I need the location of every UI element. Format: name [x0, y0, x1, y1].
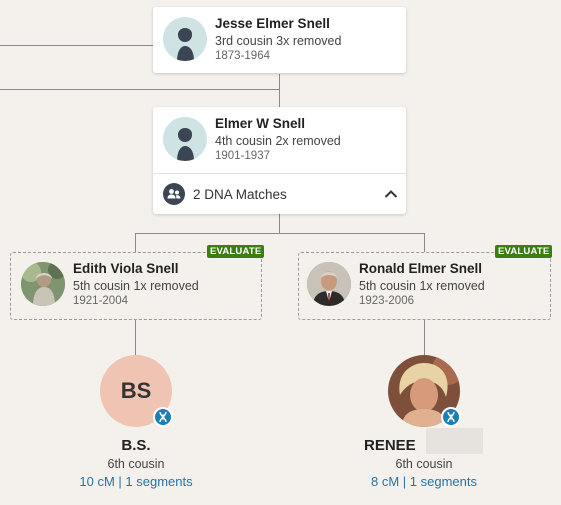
dna-helix-icon — [153, 407, 173, 427]
person-photo — [21, 262, 65, 306]
card-divider — [153, 173, 406, 174]
shared-dna-link[interactable]: 8 cM | 1 segments — [324, 474, 524, 489]
match-relationship: 6th cousin — [107, 457, 165, 471]
connector-line — [135, 233, 425, 234]
ancestor-card-elmer[interactable]: Elmer W Snell 4th cousin 2x removed 1901… — [153, 107, 406, 214]
child-card-ronald[interactable]: EVALUATE Ronald Elmer Snell 5th cousin 1… — [298, 245, 553, 320]
connector-line — [424, 233, 425, 252]
connector-line — [279, 74, 280, 107]
match-name[interactable]: B.S. — [36, 437, 236, 454]
dna-matches-icon — [163, 183, 185, 205]
person-dates: 1873-1964 — [215, 50, 270, 62]
connector-line — [0, 89, 280, 90]
person-name[interactable]: Edith Viola Snell — [73, 262, 199, 276]
evaluate-badge[interactable]: EVALUATE — [207, 245, 265, 258]
person-relationship: 5th cousin 1x removed — [359, 278, 485, 293]
shared-dna-link[interactable]: 10 cM | 1 segments — [36, 474, 236, 489]
ancestor-card-jesse[interactable]: Jesse Elmer Snell 3rd cousin 3x removed … — [153, 7, 406, 73]
person-relationship: 3rd cousin 3x removed — [215, 33, 342, 48]
chevron-up-icon[interactable] — [384, 189, 398, 199]
person-dates: 1923-2006 — [359, 295, 414, 307]
connector-line — [279, 214, 280, 234]
dna-matches-label: 2 DNA Matches — [193, 186, 287, 202]
person-name[interactable]: Jesse Elmer Snell — [215, 17, 341, 31]
redacted-surname — [426, 428, 483, 454]
match-name[interactable]: RENEE — [364, 437, 424, 454]
person-silhouette-icon — [163, 117, 207, 161]
connector-line — [135, 233, 136, 252]
evaluate-badge[interactable]: EVALUATE — [495, 245, 553, 258]
person-name[interactable]: Ronald Elmer Snell — [359, 262, 485, 276]
person-dates: 1901-1937 — [215, 150, 270, 162]
match-initials: BS — [120, 378, 152, 403]
child-card-edith[interactable]: EVALUATE Edith Viola Snell 5th cousin 1x… — [10, 245, 265, 320]
connector-line — [0, 45, 153, 46]
person-photo — [307, 262, 351, 306]
person-relationship: 5th cousin 1x removed — [73, 278, 199, 293]
person-silhouette-icon — [163, 17, 207, 61]
match-relationship: 6th cousin — [395, 457, 453, 471]
person-dates: 1921-2004 — [73, 295, 128, 307]
person-relationship: 4th cousin 2x removed — [215, 133, 341, 148]
person-name[interactable]: Elmer W Snell — [215, 117, 341, 131]
connector-line — [135, 319, 136, 355]
connector-line — [424, 319, 425, 355]
dna-matches-toggle[interactable]: 2 DNA Matches — [163, 183, 398, 205]
dna-helix-icon — [441, 407, 461, 427]
